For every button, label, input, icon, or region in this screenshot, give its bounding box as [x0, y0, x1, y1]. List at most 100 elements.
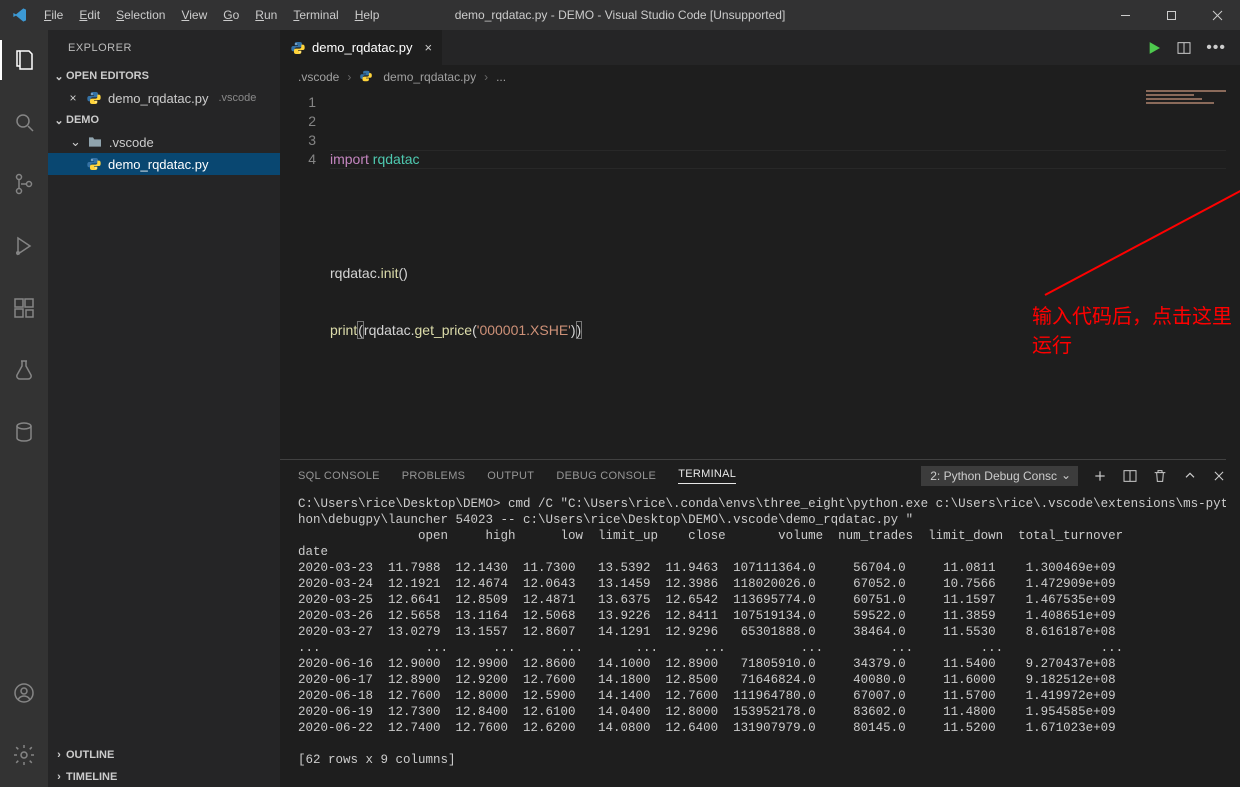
line-gutter: 1 2 3 4: [280, 89, 330, 459]
panel-tab-sql[interactable]: SQL CONSOLE: [298, 470, 380, 482]
python-file-icon: [359, 69, 375, 85]
code-token: ): [571, 322, 576, 338]
editor-tabs: demo_rqdatac.py × •••: [280, 30, 1240, 65]
menu-terminal[interactable]: Terminal: [293, 8, 338, 22]
panel-tab-debug[interactable]: DEBUG CONSOLE: [556, 470, 656, 482]
activity-accounts[interactable]: [0, 673, 48, 713]
split-terminal-button[interactable]: [1122, 468, 1138, 484]
activity-testing[interactable]: [0, 350, 48, 390]
code-token: rqdatac: [369, 151, 420, 167]
file-tree: ⌄ .vscode demo_rqdatac.py: [48, 131, 280, 175]
breadcrumb[interactable]: .vscode › demo_rqdatac.py › ...: [280, 65, 1240, 89]
bottom-panel: SQL CONSOLE PROBLEMS OUTPUT DEBUG CONSOL…: [280, 459, 1240, 787]
minimap[interactable]: [1146, 90, 1226, 102]
kill-terminal-button[interactable]: [1152, 468, 1168, 484]
overview-ruler[interactable]: [1226, 89, 1240, 787]
line-number: 4: [280, 150, 316, 169]
code-token: (): [399, 265, 408, 281]
python-file-icon: [86, 90, 102, 106]
terminal-output[interactable]: C:\Users\rice\Desktop\DEMO> cmd /C "C:\U…: [280, 492, 1240, 787]
tree-folder-vscode[interactable]: ⌄ .vscode: [48, 131, 280, 153]
activity-bar: [0, 30, 48, 787]
run-file-button[interactable]: [1146, 40, 1162, 56]
chevron-down-icon: ⌄: [70, 134, 81, 150]
menu-bar: File Edit Selection View Go Run Terminal…: [40, 8, 379, 22]
menu-edit[interactable]: Edit: [79, 8, 100, 22]
menu-run[interactable]: Run: [255, 8, 277, 22]
code-token: (: [357, 321, 364, 339]
open-editor-dir: .vscode: [218, 92, 256, 104]
project-name-label: DEMO: [66, 114, 99, 126]
chevron-right-icon: ›: [52, 749, 66, 761]
open-editors-header[interactable]: ⌄ OPEN EDITORS: [48, 65, 280, 87]
close-editor-icon[interactable]: ×: [66, 91, 80, 105]
python-file-icon: [86, 156, 102, 172]
panel-tab-problems[interactable]: PROBLEMS: [402, 470, 466, 482]
window-controls: [1102, 0, 1240, 30]
code-token: '000001.XSHE': [477, 322, 571, 338]
breadcrumb-folder[interactable]: .vscode: [298, 70, 339, 84]
tab-label: demo_rqdatac.py: [312, 40, 412, 55]
line-number: 2: [280, 112, 316, 131]
activity-source-control[interactable]: [0, 164, 48, 204]
editor-actions: •••: [1146, 30, 1240, 65]
timeline-header[interactable]: › TIMELINE: [48, 765, 280, 787]
code-token: get_price: [415, 322, 473, 338]
panel-tab-terminal[interactable]: TERMINAL: [678, 468, 736, 484]
outline-label: OUTLINE: [66, 749, 114, 761]
panel-actions: 2: Python Debug Consc: [921, 466, 1240, 486]
breadcrumb-file[interactable]: demo_rqdatac.py: [383, 70, 476, 84]
code-content[interactable]: import rqdatac rqdatac.init() print(rqda…: [330, 89, 1240, 459]
menu-selection[interactable]: Selection: [116, 8, 165, 22]
chevron-right-icon: ›: [52, 771, 66, 783]
activity-run-debug[interactable]: [0, 226, 48, 266]
project-header[interactable]: ⌄ DEMO: [48, 109, 280, 131]
python-file-icon: [290, 40, 306, 56]
code-token: rqdatac: [330, 265, 377, 281]
sidebar-title: EXPLORER: [48, 30, 280, 65]
chevron-down-icon: ⌄: [52, 70, 66, 83]
code-editor[interactable]: 1 2 3 4 import rqdatac rqdatac.init() pr…: [280, 89, 1240, 459]
title-bar: File Edit Selection View Go Run Terminal…: [0, 0, 1240, 30]
activity-explorer[interactable]: [0, 40, 48, 80]
menu-help[interactable]: Help: [355, 8, 380, 22]
tree-file-label: demo_rqdatac.py: [108, 157, 208, 172]
close-button[interactable]: [1194, 0, 1240, 30]
tree-file-demo-rqdatac[interactable]: demo_rqdatac.py: [48, 153, 280, 175]
activity-settings[interactable]: [0, 735, 48, 775]
chevron-right-icon: ›: [347, 70, 351, 84]
code-token: rqdatac: [364, 322, 411, 338]
tree-folder-label: .vscode: [109, 135, 154, 150]
close-panel-button[interactable]: [1212, 469, 1226, 483]
sidebar-explorer: EXPLORER ⌄ OPEN EDITORS × demo_rqdatac.p…: [48, 30, 280, 787]
terminal-selector[interactable]: 2: Python Debug Consc: [921, 466, 1078, 486]
activity-search[interactable]: [0, 102, 48, 142]
maximize-panel-button[interactable]: [1182, 468, 1198, 484]
menu-go[interactable]: Go: [223, 8, 239, 22]
new-terminal-button[interactable]: [1092, 468, 1108, 484]
outline-header[interactable]: › OUTLINE: [48, 743, 280, 765]
open-editor-item[interactable]: × demo_rqdatac.py .vscode: [48, 87, 280, 109]
chevron-down-icon: ⌄: [52, 114, 66, 127]
activity-database[interactable]: [0, 412, 48, 452]
open-editors-label: OPEN EDITORS: [66, 70, 149, 82]
code-token: ): [576, 321, 583, 339]
tab-demo-rqdatac[interactable]: demo_rqdatac.py ×: [280, 30, 443, 65]
activity-extensions[interactable]: [0, 288, 48, 328]
minimize-button[interactable]: [1102, 0, 1148, 30]
menu-view[interactable]: View: [181, 8, 207, 22]
chevron-right-icon: ›: [484, 70, 488, 84]
menu-file[interactable]: File: [44, 8, 63, 22]
more-actions-button[interactable]: •••: [1206, 39, 1226, 57]
close-tab-icon[interactable]: ×: [424, 40, 432, 55]
folder-icon: [87, 134, 103, 150]
breadcrumb-more[interactable]: ...: [496, 70, 506, 84]
editor-group: demo_rqdatac.py × ••• .vscode › demo_rqd…: [280, 30, 1240, 787]
panel-tab-output[interactable]: OUTPUT: [487, 470, 534, 482]
window-title: demo_rqdatac.py - DEMO - Visual Studio C…: [455, 8, 786, 22]
line-number: 3: [280, 131, 316, 150]
maximize-button[interactable]: [1148, 0, 1194, 30]
split-editor-button[interactable]: [1176, 40, 1192, 56]
code-token: print: [330, 322, 357, 338]
panel-tabs: SQL CONSOLE PROBLEMS OUTPUT DEBUG CONSOL…: [280, 460, 1240, 492]
